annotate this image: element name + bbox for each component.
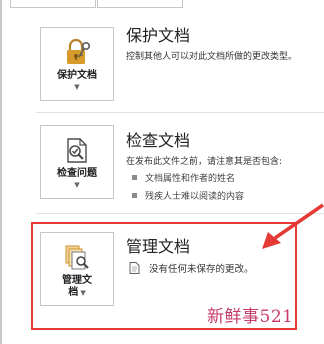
- annotation-arrow-icon: [262, 203, 324, 249]
- watermark-text: 新鲜事521: [207, 307, 294, 327]
